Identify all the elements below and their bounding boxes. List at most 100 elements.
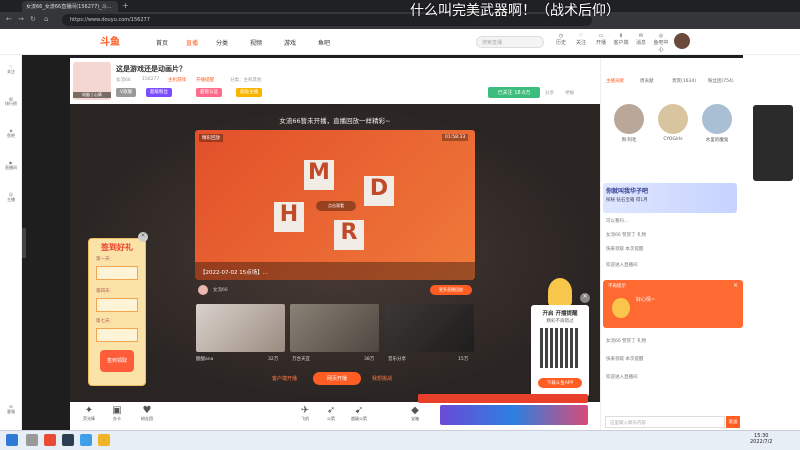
download-app-button[interactable]: 下载斗鱼APP <box>538 378 582 388</box>
admin-badge: 超管认证 <box>196 88 222 97</box>
qr-close-icon[interactable]: × <box>580 293 590 303</box>
tab-anchor-contrib[interactable]: 主播贡献 <box>606 78 624 84</box>
fan-avatar-2[interactable] <box>658 104 688 134</box>
replay-duration: 01:58:33 <box>442 134 469 141</box>
nav-home[interactable]: 首页 <box>156 38 168 47</box>
gift-fanclub[interactable]: ♥ 粉丝团 <box>136 405 158 427</box>
play-replay-button[interactable]: 点击观看 <box>316 201 356 211</box>
gift-rocket[interactable]: ➶ 火箭 <box>320 405 342 427</box>
mascot-icon <box>548 278 572 306</box>
recommend-views-1: 32万 <box>268 357 279 362</box>
nav-game[interactable]: 游戏 <box>284 38 296 47</box>
client-broadcast-link[interactable]: 客户端开播 <box>272 375 297 382</box>
letter-tile-d: D <box>364 176 394 206</box>
web-broadcast-button[interactable]: 网页开播 <box>313 372 361 385</box>
signin-reward-1 <box>96 266 138 280</box>
app-icon[interactable] <box>80 434 92 446</box>
search-icon[interactable] <box>26 434 38 446</box>
gift-treasure[interactable]: ◆ 宝箱 <box>404 405 426 427</box>
sidebar-collapse-handle[interactable] <box>22 228 26 258</box>
notice-mascot-icon <box>612 298 630 318</box>
sidebar-item-room[interactable]: ▶ 直播间 <box>2 160 20 171</box>
gift-glowstick[interactable]: ✦ 荧光棒 <box>78 405 100 427</box>
search-input[interactable]: 搜索直播 <box>476 36 544 48</box>
windows-start-icon[interactable] <box>6 434 18 446</box>
fan-name-3[interactable]: 水里的魔鬼 <box>700 137 734 143</box>
notice-text: 好心情~ <box>636 297 656 303</box>
browser-tab-bar <box>0 0 800 12</box>
sidebar-item-anchor[interactable]: ☺ 主播 <box>2 192 20 203</box>
new-tab-icon[interactable]: + <box>122 1 129 10</box>
share-link[interactable]: 分享 <box>545 90 554 96</box>
replay-title[interactable]: 【2022-07-02 15点场】... <box>195 262 475 280</box>
client-icon[interactable]: ⬇ 客户端 <box>612 33 630 46</box>
fan-name-2[interactable]: CYOGirls <box>656 137 690 142</box>
back-icon[interactable]: ← <box>6 15 12 23</box>
signin-day-1: 第一天: <box>96 257 112 262</box>
nav-live[interactable]: 直播 <box>186 38 198 47</box>
follow-button[interactable]: 已关注 18.6万 <box>488 87 540 98</box>
browser-tab[interactable]: 女流66_女流66直播间(156277)_斗... <box>22 1 118 12</box>
browser-app-icon[interactable] <box>44 434 56 446</box>
chat-line: 快来领取 本次提醒 <box>606 357 644 362</box>
notice-close-icon[interactable]: × <box>733 282 738 289</box>
system-clock[interactable]: 15:30 2022/7/2 <box>750 433 772 445</box>
sidebar-item-fishbar[interactable]: ◈ 鱼吧 <box>2 128 20 139</box>
category-path[interactable]: 分类：主机其他 <box>230 77 262 83</box>
fan-avatar-3[interactable] <box>702 104 732 134</box>
chat-line: 女流66 赞赏了 礼物 <box>606 233 647 238</box>
gift-card[interactable]: ▣ 办卡 <box>106 405 128 427</box>
gift-plane[interactable]: ✈ 飞机 <box>294 405 316 427</box>
challenge-link[interactable]: 我想挑战 <box>372 375 392 382</box>
message-icon[interactable]: ✉ 消息 <box>632 33 650 46</box>
sidebar-item-rank[interactable]: ▤ 排行榜 <box>2 96 20 107</box>
steam-app-icon[interactable] <box>62 434 74 446</box>
signin-claim-button[interactable]: 签到领取 <box>100 350 134 372</box>
history-icon[interactable]: ◷ 历史 <box>552 33 570 46</box>
home-icon[interactable]: ⌂ <box>44 15 48 23</box>
fan-avatar-1[interactable] <box>614 104 644 134</box>
recommend-thumb-3[interactable] <box>385 304 474 352</box>
recommend-thumb-1[interactable] <box>196 304 285 352</box>
replay-author[interactable]: 女流66 <box>213 287 228 293</box>
forward-icon[interactable]: → <box>18 15 24 23</box>
chat-input[interactable]: 这里输入聊天内容 <box>605 416 725 428</box>
douyu-logo[interactable]: 斗鱼 <box>100 33 120 48</box>
more-replays-button[interactable]: 更多直播回放 <box>430 285 472 295</box>
recommended-streamer-card[interactable] <box>753 105 793 181</box>
signin-close-icon[interactable]: × <box>138 232 148 242</box>
offline-message: 女流66暂未开播，直播回放一样精彩~ <box>279 117 391 125</box>
tab-vip[interactable]: 贵宾(1634) <box>672 78 696 84</box>
fan-badge: 超级粉丝 <box>146 88 172 97</box>
gift-super-rocket[interactable]: ➹ 超级火箭 <box>348 405 370 427</box>
nav-fishbar[interactable]: 鱼吧 <box>318 38 330 47</box>
user-avatar[interactable] <box>674 33 690 49</box>
sidebar-item-service[interactable]: ☏ 客服 <box>2 404 20 415</box>
tab-fan-group[interactable]: 粉丝团(754) <box>708 78 734 84</box>
letter-tile-h: H <box>274 202 304 232</box>
qr-code <box>540 328 580 368</box>
folder-icon[interactable] <box>98 434 110 446</box>
gift-event-banner[interactable] <box>418 394 588 403</box>
signin-day-4: 第四天: <box>96 289 112 294</box>
tab-week-contrib[interactable]: 周贡献 <box>640 78 654 84</box>
broadcast-icon[interactable]: ▭ 开播 <box>592 33 610 46</box>
notice-title[interactable]: 不再提示 <box>608 283 626 289</box>
follow-icon[interactable]: ♡ 关注 <box>572 33 590 46</box>
gift-carousel[interactable] <box>440 405 588 425</box>
category-tag[interactable]: 主机游戏 <box>168 77 186 83</box>
fishbar-center-icon[interactable]: ◎ 鱼吧中心 <box>652 33 670 53</box>
sidebar-item-follow[interactable]: ♡ 关注 <box>2 64 20 75</box>
send-button[interactable]: 发送 <box>726 416 740 428</box>
reminder-link[interactable]: 开播提醒 <box>196 77 214 83</box>
super-anchor-badge: 超级主播 <box>236 88 262 97</box>
streamer-name[interactable]: 女流66 <box>116 77 131 83</box>
fan-name-1[interactable]: 周·阿毛 <box>612 137 646 143</box>
nav-video[interactable]: 视频 <box>250 38 262 47</box>
reload-icon[interactable]: ↻ <box>30 15 36 23</box>
signin-reward-4 <box>96 298 138 312</box>
nav-category[interactable]: 分类 <box>216 38 228 47</box>
vip-badge: V旗舰 <box>116 88 137 97</box>
recommend-thumb-2[interactable] <box>290 304 379 352</box>
report-link[interactable]: 举报 <box>565 90 574 96</box>
